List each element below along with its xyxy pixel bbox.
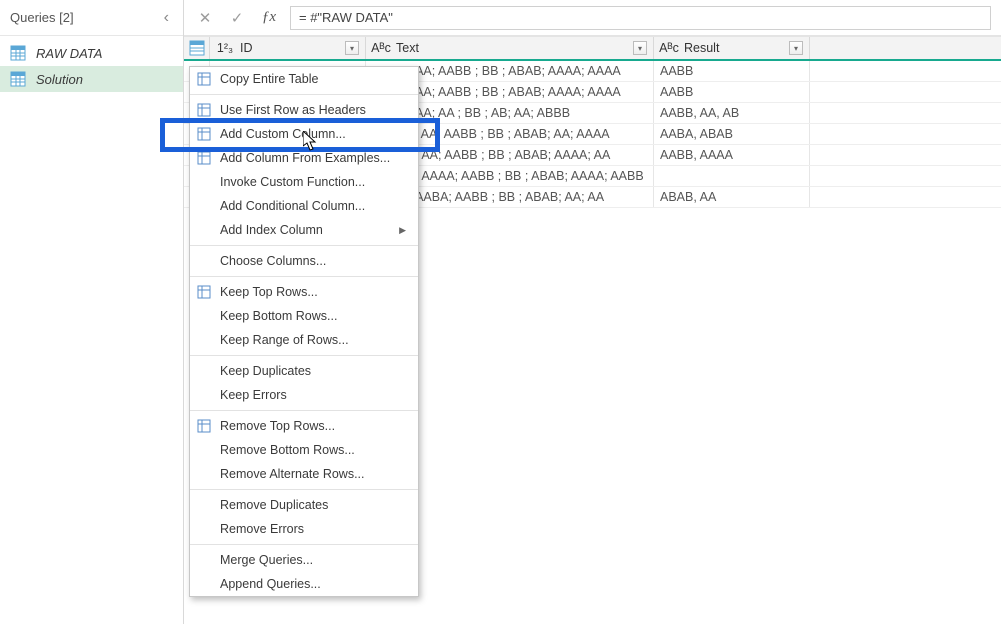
menu-item[interactable]: Keep Bottom Rows... [190, 304, 418, 328]
menu-item[interactable]: Remove Errors [190, 517, 418, 541]
menu-item[interactable]: Keep Top Rows... [190, 280, 418, 304]
menu-separator [190, 355, 418, 356]
table-icon [10, 45, 26, 61]
menu-item[interactable]: Remove Top Rows... [190, 414, 418, 438]
queries-title: Queries [2] [10, 10, 74, 25]
menu-item[interactable]: Choose Columns... [190, 249, 418, 273]
headers-icon [196, 102, 212, 118]
formula-accept-icon[interactable]: ✓ [226, 7, 248, 29]
formula-input[interactable] [290, 6, 991, 30]
column-header-result[interactable]: Aᴮc Result ▾ [654, 37, 810, 59]
menu-item[interactable]: Add Conditional Column... [190, 194, 418, 218]
menu-item-label: Merge Queries... [220, 553, 313, 567]
column-filter-dropdown-icon[interactable]: ▾ [345, 41, 359, 55]
menu-item-label: Remove Top Rows... [220, 419, 335, 433]
menu-separator [190, 544, 418, 545]
fx-icon[interactable]: ƒx [258, 7, 280, 29]
menu-item-label: Choose Columns... [220, 254, 326, 268]
menu-separator [190, 276, 418, 277]
menu-item[interactable]: Remove Alternate Rows... [190, 462, 418, 486]
custom-column-icon [196, 126, 212, 142]
cell-result[interactable] [654, 166, 810, 186]
collapse-sidebar-chevron-icon[interactable]: ‹ [160, 7, 173, 29]
menu-item-label: Keep Bottom Rows... [220, 309, 337, 323]
menu-separator [190, 410, 418, 411]
table-icon [189, 40, 205, 56]
queries-header: Queries [2] ‹ [0, 0, 183, 36]
cell-result[interactable]: ABAB, AA [654, 187, 810, 207]
cell-result[interactable]: AABB, AA, AB [654, 103, 810, 123]
menu-item[interactable]: Remove Duplicates [190, 493, 418, 517]
column-header-text[interactable]: Aᴮc Text ▾ [366, 37, 654, 59]
menu-item[interactable]: Keep Range of Rows... [190, 328, 418, 352]
number-type-icon: 1²₃ [216, 39, 234, 57]
cell-result[interactable]: AABB [654, 82, 810, 102]
query-label: RAW DATA [36, 46, 102, 61]
column-header-id[interactable]: 1²₃ ID ▾ [210, 37, 366, 59]
queries-sidebar: Queries [2] ‹ RAW DATA Solution [0, 0, 184, 624]
menu-item[interactable]: Copy Entire Table [190, 67, 418, 91]
menu-item-label: Add Conditional Column... [220, 199, 365, 213]
copy-icon [196, 71, 212, 87]
menu-item[interactable]: Merge Queries... [190, 548, 418, 572]
menu-item[interactable]: Add Index Column ▶ [190, 218, 418, 242]
table-icon [10, 71, 26, 87]
cell-result[interactable]: AABB, AAAA [654, 145, 810, 165]
text-type-icon: Aᴮc [660, 39, 678, 57]
text-type-icon: Aᴮc [372, 39, 390, 57]
examples-icon [196, 150, 212, 166]
menu-item-label: Remove Errors [220, 522, 304, 536]
query-item-raw-data[interactable]: RAW DATA [0, 40, 183, 66]
query-label: Solution [36, 72, 83, 87]
column-label: ID [240, 41, 253, 55]
cell-result[interactable]: AABA, ABAB [654, 124, 810, 144]
menu-item-label: Remove Bottom Rows... [220, 443, 355, 457]
menu-item-label: Use First Row as Headers [220, 103, 366, 117]
menu-separator [190, 245, 418, 246]
menu-separator [190, 489, 418, 490]
menu-item-label: Copy Entire Table [220, 72, 318, 86]
menu-item-label: Add Custom Column... [220, 127, 346, 141]
column-label: Text [396, 41, 419, 55]
menu-item-label: Keep Errors [220, 388, 287, 402]
submenu-arrow-icon: ▶ [399, 225, 406, 236]
select-all-corner[interactable] [184, 37, 210, 59]
column-filter-dropdown-icon[interactable]: ▾ [789, 41, 803, 55]
menu-item-label: Keep Top Rows... [220, 285, 318, 299]
column-filter-dropdown-icon[interactable]: ▾ [633, 41, 647, 55]
query-item-solution[interactable]: Solution [0, 66, 183, 92]
table-context-menu: Copy Entire Table Use First Row as Header… [189, 66, 419, 597]
menu-item-label: Keep Duplicates [220, 364, 311, 378]
menu-item[interactable]: Keep Duplicates [190, 359, 418, 383]
menu-item[interactable]: Keep Errors [190, 383, 418, 407]
remove-rows-icon [196, 418, 212, 434]
menu-separator [190, 94, 418, 95]
menu-item[interactable]: Append Queries... [190, 572, 418, 596]
menu-item[interactable]: Use First Row as Headers [190, 98, 418, 122]
formula-cancel-icon[interactable]: ✕ [194, 7, 216, 29]
menu-item-label: Remove Duplicates [220, 498, 328, 512]
formula-bar: ✕ ✓ ƒx [184, 0, 1001, 36]
menu-item-label: Invoke Custom Function... [220, 175, 365, 189]
menu-item-label: Add Index Column [220, 223, 323, 237]
menu-item[interactable]: Remove Bottom Rows... [190, 438, 418, 462]
cell-result[interactable]: AABB [654, 61, 810, 81]
menu-item[interactable]: Add Custom Column... [190, 122, 418, 146]
column-label: Result [684, 41, 719, 55]
menu-item-label: Keep Range of Rows... [220, 333, 349, 347]
menu-item[interactable]: Invoke Custom Function... [190, 170, 418, 194]
menu-item-label: Append Queries... [220, 577, 321, 591]
menu-item[interactable]: Add Column From Examples... [190, 146, 418, 170]
menu-item-label: Add Column From Examples... [220, 151, 390, 165]
menu-item-label: Remove Alternate Rows... [220, 467, 365, 481]
keep-rows-icon [196, 284, 212, 300]
